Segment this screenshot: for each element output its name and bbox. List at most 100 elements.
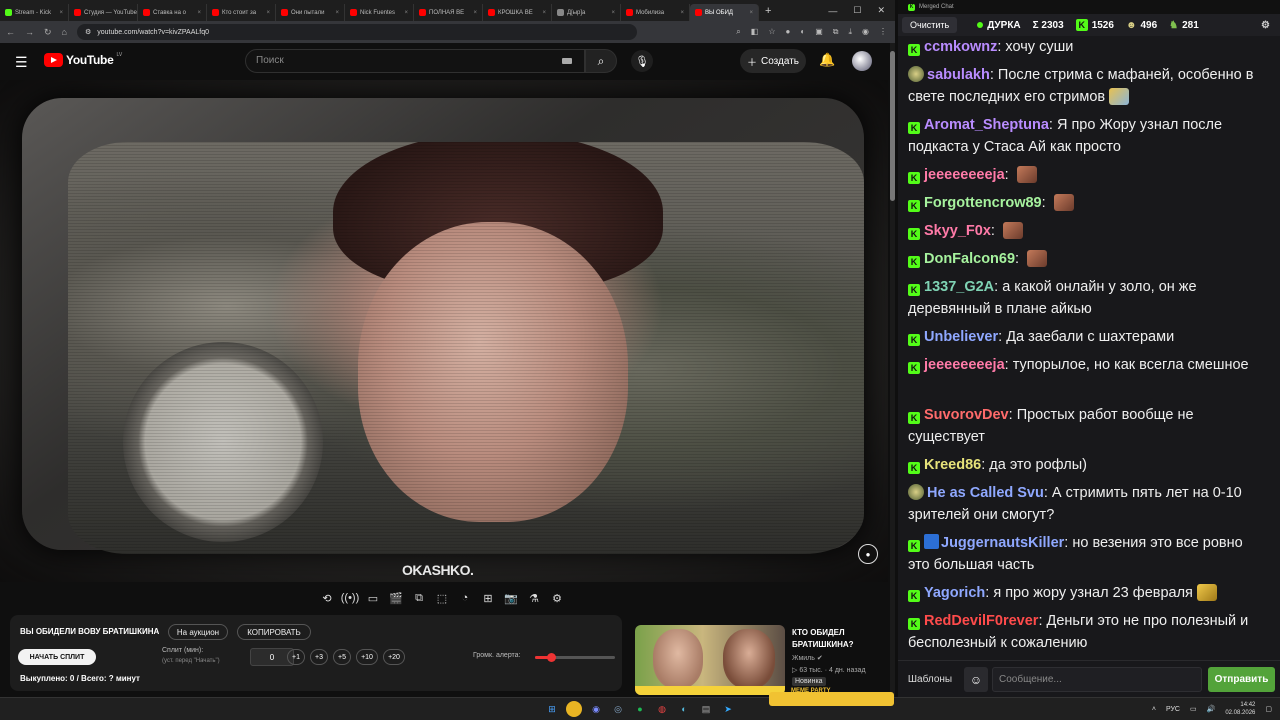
tab-close-icon[interactable]: × [542, 10, 546, 16]
search-input[interactable]: Поиск [245, 49, 585, 73]
templates-button[interactable]: Шаблоны [902, 667, 958, 692]
increment-button[interactable]: +5 [333, 649, 351, 665]
taskbar-clock[interactable]: 14:42 02.08.2026 [1225, 701, 1255, 717]
browser-tab[interactable]: Студия — YouTube× [69, 4, 138, 21]
recommended-thumbnail[interactable] [635, 625, 785, 695]
tab-close-icon[interactable]: × [749, 10, 753, 16]
speed-icon[interactable]: ◔ [456, 589, 474, 607]
search-button[interactable]: ⌕ [585, 49, 617, 73]
keyboard-language[interactable]: РУС [1166, 706, 1180, 713]
tab-close-icon[interactable]: × [59, 10, 63, 16]
forward-icon[interactable]: → [25, 27, 34, 37]
extension-icon[interactable]: ▣ [815, 27, 823, 37]
send-button[interactable]: Отправить [1208, 667, 1275, 692]
back-icon[interactable]: ← [6, 27, 15, 37]
add-icon[interactable]: ⊞ [479, 589, 497, 607]
loop-icon[interactable]: ⟲ [318, 589, 336, 607]
scrollbar-thumb[interactable] [890, 51, 895, 201]
alert-volume-slider[interactable] [535, 653, 615, 662]
browser-tab[interactable]: ПОЛНАЯ ВЕ × [414, 4, 483, 21]
broadcast-icon[interactable]: ((•)) [341, 589, 360, 607]
copy-button[interactable]: КОПИРОВАТЬ [237, 624, 311, 640]
chat-username[interactable]: ccmkownz [924, 39, 997, 55]
crop-icon[interactable]: ⬚ [433, 589, 451, 607]
browser-tab[interactable]: Кто стоит за × [207, 4, 276, 21]
notifications-bell-icon[interactable]: 🔔 [819, 52, 835, 68]
annotation-dot-icon[interactable]: ● [858, 544, 878, 564]
browser-tab[interactable]: ВЫ ОБИД × [690, 4, 759, 21]
to-auction-button[interactable]: На аукцион [168, 624, 228, 640]
chrome-icon[interactable] [566, 701, 582, 717]
clapper-icon[interactable]: 🎬 [387, 589, 405, 607]
browser-tab[interactable]: КРОШКА ВЕ × [483, 4, 552, 21]
tab-close-icon[interactable]: × [611, 10, 615, 16]
minimize-icon[interactable]: — [828, 6, 837, 16]
download-icon[interactable]: ⤓ [848, 27, 852, 37]
chat-username[interactable]: Forgottencrow89 [924, 195, 1042, 211]
chat-username[interactable]: He as Called Svu [927, 485, 1044, 501]
browser-tab[interactable]: Мобилиза × [621, 4, 690, 21]
chat-username[interactable]: DonFalcon69 [924, 251, 1015, 267]
chat-username[interactable]: Unbeliever [924, 329, 998, 345]
extension-icon[interactable]: ● [786, 27, 791, 37]
tab-close-icon[interactable]: × [473, 10, 477, 16]
browser-tab[interactable]: Ставка на о × [138, 4, 207, 21]
tab-close-icon[interactable]: × [197, 10, 201, 16]
new-tab-icon[interactable]: + [765, 5, 771, 17]
chat-username[interactable]: Aromat_Sheptuna [924, 117, 1049, 133]
spotify-icon[interactable]: ● [632, 701, 648, 717]
page-scrollbar[interactable] [890, 43, 895, 697]
browser-tab[interactable]: Stream - Kick × [0, 4, 69, 21]
profile-icon[interactable]: ◉ [862, 27, 869, 37]
emoji-picker-icon[interactable]: ☺ [964, 667, 988, 692]
create-button[interactable]: ＋ Создать [740, 49, 806, 73]
camera-icon[interactable]: 📷 [502, 589, 520, 607]
zoom-icon[interactable]: ⌕ [736, 27, 740, 37]
chat-username[interactable]: jeeeeeeeeja [924, 357, 1005, 373]
youtube-logo[interactable]: YouTube LV [44, 52, 122, 67]
volume-knob[interactable] [547, 653, 556, 662]
tab-close-icon[interactable]: × [335, 10, 339, 16]
translate-icon[interactable]: ◧ [751, 27, 759, 37]
user-avatar[interactable] [852, 51, 872, 71]
chat-username[interactable]: JuggernautsKiller [941, 535, 1064, 551]
home-icon[interactable]: ⌂ [62, 27, 67, 37]
telegram-icon[interactable]: ➤ [720, 701, 736, 717]
chat-username[interactable]: 1337_G2A [924, 279, 994, 295]
browser-tab[interactable]: Nick Fuentes × [345, 4, 414, 21]
notifications-icon[interactable]: ▢ [1265, 705, 1272, 713]
tab-close-icon[interactable]: × [680, 10, 684, 16]
network-icon[interactable]: ▭ [1190, 705, 1197, 713]
increment-button[interactable]: +3 [310, 649, 328, 665]
obs-icon[interactable]: ◍ [654, 701, 670, 717]
chat-username[interactable]: Kreed86 [924, 457, 981, 473]
browser-menu-icon[interactable]: ⋮ [879, 27, 887, 37]
increment-button[interactable]: +20 [383, 649, 405, 665]
volume-icon[interactable]: 🔊 [1207, 705, 1216, 713]
recommended-title[interactable]: КТО ОБИДЕЛ БРАТИШКИНА? [792, 627, 882, 651]
chat-username[interactable]: Skyy_F0x [924, 223, 991, 239]
chat-username[interactable]: RedDevilF0rever [924, 613, 1038, 629]
chat-username[interactable]: sabulakh [927, 67, 990, 83]
browser-tab[interactable]: Они пытали × [276, 4, 345, 21]
keyboard-icon[interactable] [562, 58, 572, 64]
tab-close-icon[interactable]: × [404, 10, 408, 16]
chat-message-input[interactable]: Сообщение... [992, 667, 1202, 692]
increment-button[interactable]: +1 [287, 649, 305, 665]
extensions-puzzle-icon[interactable]: ⧉ [833, 27, 839, 37]
voice-search-button[interactable]: 🎙 [631, 50, 653, 72]
tray-chevron-icon[interactable]: ˄ [1152, 706, 1156, 713]
tab-close-icon[interactable]: × [266, 10, 270, 16]
discord-icon[interactable]: ◉ [588, 701, 604, 717]
picture-in-picture-icon[interactable]: ⧉ [410, 589, 428, 607]
chat-username[interactable]: Yagorich [924, 585, 985, 601]
extension-icon[interactable]: ◐ [800, 27, 805, 37]
app-icon[interactable]: ◐ [676, 701, 692, 717]
site-info-icon[interactable]: ⚙ [85, 28, 91, 36]
chat-username[interactable]: SuvorovDev [924, 407, 1009, 423]
gear-icon[interactable]: ⚙ [548, 589, 566, 607]
start-split-button[interactable]: НАЧАТЬ СПЛИТ [18, 649, 96, 665]
chat-username[interactable]: jeeeeeeeeja [924, 167, 1005, 183]
windows-start-icon[interactable]: ⊞ [544, 701, 560, 717]
chat-settings-gear-icon[interactable]: ⚙ [1261, 20, 1270, 31]
